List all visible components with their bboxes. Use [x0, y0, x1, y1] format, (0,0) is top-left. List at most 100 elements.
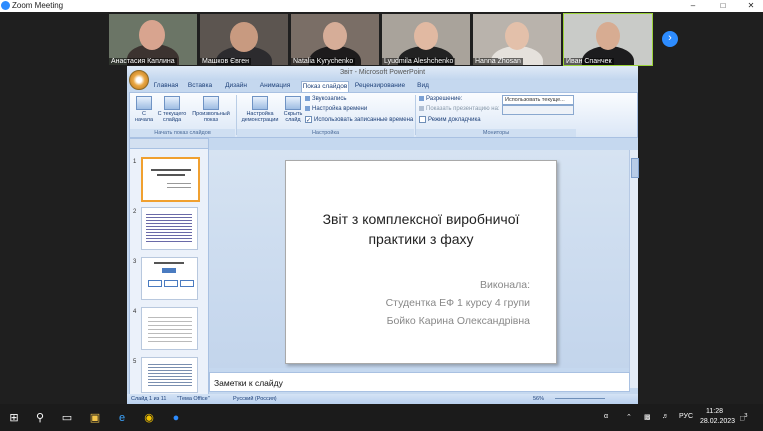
volume-icon[interactable]: ♬ [662, 413, 669, 420]
participant-name: Natalia Kyrychenko [291, 58, 356, 65]
resolution-label: Разрешение: [419, 96, 462, 102]
resolution-select[interactable]: Использовать текуще... [502, 95, 574, 105]
slide-thumbnail[interactable] [141, 307, 198, 350]
record-narration-option[interactable]: Звукозапись [305, 96, 346, 102]
group-setup-label: Настройка [237, 129, 414, 137]
zoom-title-bar: Zoom Meeting – □ ✕ [0, 0, 763, 12]
participant-name: Машков Євген [200, 58, 252, 65]
monitor-icon [419, 96, 424, 101]
slide-thumbnail[interactable] [141, 207, 198, 250]
tab-insert[interactable]: Вставка [187, 81, 213, 91]
zoom-logo-icon [1, 1, 10, 10]
tab-animation[interactable]: Анимация [257, 81, 293, 91]
show-on-select[interactable] [502, 105, 574, 115]
people-icon[interactable]: α [604, 413, 608, 420]
setup-show-button[interactable]: Настройка демонстрации [238, 96, 282, 123]
file-explorer-icon[interactable]: ▣ [87, 410, 103, 426]
participant-tile[interactable]: Hanna Zhosan [473, 14, 561, 65]
edge-icon[interactable]: e [114, 410, 130, 426]
task-view-icon[interactable]: ▭ [59, 410, 75, 426]
taskbar: ⊞ ⚲ ▭ ▣ e ◉ ● α ⌃ ▩ ♬ РУС 11:28 28.02.20… [0, 404, 763, 431]
language-status: Русский (Россия) [233, 396, 277, 402]
participant-tile[interactable]: Анастасия Каплина [109, 14, 197, 65]
search-icon[interactable]: ⚲ [32, 410, 48, 426]
slideshow-current-icon [164, 96, 180, 110]
monitor-icon [419, 106, 424, 111]
notes-pane[interactable]: Заметки к слайду [209, 372, 630, 392]
participant-tile[interactable]: Lyudmila Aleshchenko [382, 14, 470, 65]
participant-name: Анастасия Каплина [109, 58, 177, 65]
participant-name: Lyudmila Aleshchenko [382, 58, 456, 65]
notification-icon[interactable]: □3 [740, 413, 747, 422]
rehearse-timing-option[interactable]: Настройка времени [305, 106, 367, 112]
slide-thumbnail[interactable] [141, 257, 198, 300]
slide-student-name[interactable]: Бойко Карина Олександрівна [387, 315, 530, 327]
powerpoint-title: Звіт - Microsoft PowerPoint [127, 66, 638, 80]
office-button[interactable] [129, 70, 149, 90]
zoom-level[interactable]: 56% [533, 394, 544, 404]
current-slide[interactable]: Звіт з комплексної виробничої практики з… [285, 160, 557, 364]
slide-author-label[interactable]: Виконала: [480, 279, 530, 291]
scroll-thumb[interactable] [631, 158, 639, 178]
ribbon: С начала С текущего слайда Произвольный … [129, 92, 638, 138]
theme-name: "Тема Office" [177, 396, 210, 402]
slideshow-play-icon [136, 96, 152, 110]
from-current-button[interactable]: С текущего слайда [157, 96, 187, 123]
participant-tile[interactable]: Natalia Kyrychenko [291, 14, 379, 65]
show-on-label: Показать презентацию на: [419, 106, 500, 112]
slide-title[interactable]: Звіт з комплексної виробничої практики з… [296, 209, 546, 249]
slide-count: Слайд 1 из 11 [131, 396, 167, 402]
minimize-icon[interactable]: – [682, 0, 704, 12]
participant-tile[interactable]: Иван Спанчек [563, 13, 653, 66]
slide-thumbnails-panel: 1 2 3 4 5 [129, 138, 209, 396]
presenter-view-checkbox[interactable]: Режим докладчика [419, 116, 481, 123]
zoom-slider[interactable] [555, 398, 605, 399]
tab-design[interactable]: Дизайн [223, 81, 249, 91]
tab-home[interactable]: Главная [153, 81, 179, 91]
chrome-icon[interactable]: ◉ [141, 410, 157, 426]
close-icon[interactable]: ✕ [740, 0, 762, 12]
slide-thumbnail[interactable] [141, 357, 198, 393]
zoom-app-icon[interactable]: ● [168, 410, 184, 426]
status-bar: Слайд 1 из 11 "Тема Office" Русский (Рос… [127, 394, 638, 404]
windows-start-icon[interactable]: ⊞ [6, 410, 22, 426]
from-start-button[interactable]: С начала [133, 96, 155, 123]
thumb-number: 5 [133, 359, 137, 365]
hide-slide-button[interactable]: Скрыть слайд [283, 96, 303, 123]
clock-time[interactable]: 11:28 [706, 408, 723, 415]
clock-date[interactable]: 28.02.2023 [700, 418, 735, 425]
setup-show-icon [252, 96, 268, 110]
vertical-scrollbar[interactable] [629, 150, 639, 388]
custom-show-button[interactable]: Произвольный показ [190, 96, 232, 123]
thumb-number: 3 [133, 259, 137, 265]
notification-count: 3 [744, 413, 748, 419]
chevron-right-icon[interactable]: › [662, 31, 678, 47]
clock-icon [305, 106, 310, 111]
slide-thumbnail[interactable] [141, 157, 200, 202]
powerpoint-window: Звіт - Microsoft PowerPoint Главная Вста… [127, 66, 639, 404]
microphone-icon [305, 96, 310, 101]
custom-show-icon [203, 96, 219, 110]
network-icon[interactable]: ▩ [644, 413, 651, 421]
group-monitors-label: Мониторы [416, 129, 576, 137]
thumb-number: 1 [133, 159, 137, 165]
use-timings-checkbox[interactable]: ✓ Использовать записанные времена [305, 116, 413, 124]
hide-slide-icon [285, 96, 301, 110]
group-start-label: Начать показ слайдов [130, 129, 235, 137]
checkbox-checked-icon: ✓ [305, 116, 312, 124]
slide-student-info[interactable]: Студентка ЕФ 1 курсу 4 групи [386, 297, 530, 309]
tab-view[interactable]: Вид [413, 81, 433, 91]
maximize-icon[interactable]: □ [712, 0, 734, 12]
tab-review[interactable]: Рецензирование [353, 81, 407, 91]
participant-tile[interactable]: Машков Євген [200, 14, 288, 65]
thumb-number: 4 [133, 309, 137, 315]
tab-slideshow[interactable]: Показ слайдов [301, 81, 349, 92]
tray-expand-icon[interactable]: ⌃ [626, 413, 632, 421]
thumb-number: 2 [133, 209, 137, 215]
checkbox-icon [419, 116, 426, 123]
keyboard-language[interactable]: РУС [679, 413, 693, 420]
participant-name: Иван Спанчек [564, 58, 614, 65]
participant-name: Hanna Zhosan [473, 58, 523, 65]
panel-tabs[interactable] [130, 139, 208, 149]
zoom-window-title: Zoom Meeting [12, 1, 64, 10]
